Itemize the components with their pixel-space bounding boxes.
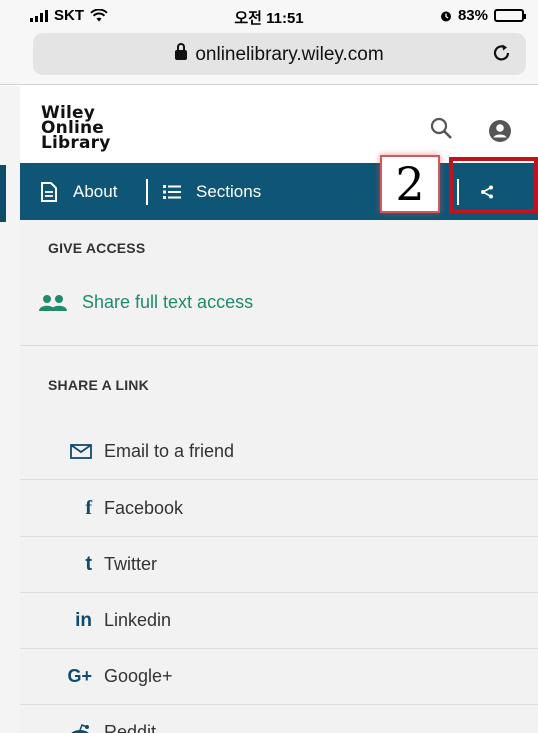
site-header: Wiley Online Library bbox=[20, 86, 538, 163]
share-link-label: Linkedin bbox=[104, 610, 172, 630]
browser-toolbar: onlinelibrary.wiley.com bbox=[0, 30, 538, 85]
linkedin-icon: in bbox=[75, 609, 92, 631]
share-reddit-item[interactable]: Reddit bbox=[20, 705, 538, 733]
share-link-label: Twitter bbox=[104, 554, 158, 574]
battery-icon bbox=[494, 9, 526, 22]
wiley-logo[interactable]: Wiley Online Library bbox=[41, 105, 111, 153]
alarm-icon bbox=[440, 11, 451, 21]
share-full-text-label: Share full text access bbox=[82, 292, 254, 312]
share-link-label: Reddit bbox=[104, 722, 157, 733]
sections-tab[interactable]: Sections bbox=[163, 163, 261, 220]
share-menu: GIVE ACCESS Share full text access SHARE… bbox=[20, 220, 538, 733]
share-link-label: Facebook bbox=[104, 498, 184, 518]
google-plus-icon: G+ bbox=[67, 666, 92, 686]
users-icon bbox=[39, 294, 67, 311]
list-icon bbox=[163, 184, 181, 199]
reload-icon[interactable] bbox=[490, 41, 514, 65]
page-nav-band bbox=[0, 165, 6, 222]
search-icon[interactable] bbox=[429, 116, 455, 142]
page-background-strip bbox=[0, 86, 20, 733]
share-button-highlight bbox=[449, 157, 538, 213]
about-label: About bbox=[73, 181, 118, 201]
envelope-icon bbox=[20, 444, 104, 459]
sections-label: Sections bbox=[196, 181, 262, 201]
nav-divider bbox=[146, 179, 148, 205]
reddit-icon bbox=[20, 723, 104, 733]
share-twitter-item[interactable]: t Twitter bbox=[20, 537, 538, 593]
share-facebook-item[interactable]: f Facebook bbox=[20, 481, 538, 537]
document-icon bbox=[41, 181, 57, 202]
share-link-label: Email to a friend bbox=[104, 441, 235, 461]
share-linkedin-item[interactable]: in Linkedin bbox=[20, 593, 538, 649]
give-access-title: GIVE ACCESS bbox=[48, 240, 146, 256]
address-text: onlinelibrary.wiley.com bbox=[195, 44, 384, 65]
about-tab[interactable]: About bbox=[40, 163, 117, 220]
address-text-wrap: onlinelibrary.wiley.com bbox=[33, 43, 526, 66]
battery-info: 83% bbox=[440, 7, 526, 24]
step-number-badge: 2 bbox=[380, 155, 440, 213]
status-bar: SKT 오전 11:51 83% bbox=[0, 0, 538, 30]
address-bar[interactable]: onlinelibrary.wiley.com bbox=[33, 33, 526, 75]
logo-line: Library bbox=[41, 133, 111, 153]
lock-icon bbox=[175, 43, 188, 60]
share-full-text-access-link[interactable]: Share full text access bbox=[38, 292, 253, 313]
share-link-label: Google+ bbox=[104, 666, 173, 686]
share-link-title: SHARE A LINK bbox=[48, 377, 149, 393]
twitter-icon: t bbox=[85, 553, 92, 575]
battery-percent: 83% bbox=[457, 7, 488, 24]
share-google-plus-item[interactable]: G+ Google+ bbox=[20, 649, 538, 705]
user-account-icon[interactable] bbox=[488, 119, 512, 143]
share-email-item[interactable]: Email to a friend bbox=[20, 424, 538, 480]
facebook-icon: f bbox=[85, 497, 92, 519]
section-divider bbox=[20, 345, 538, 346]
